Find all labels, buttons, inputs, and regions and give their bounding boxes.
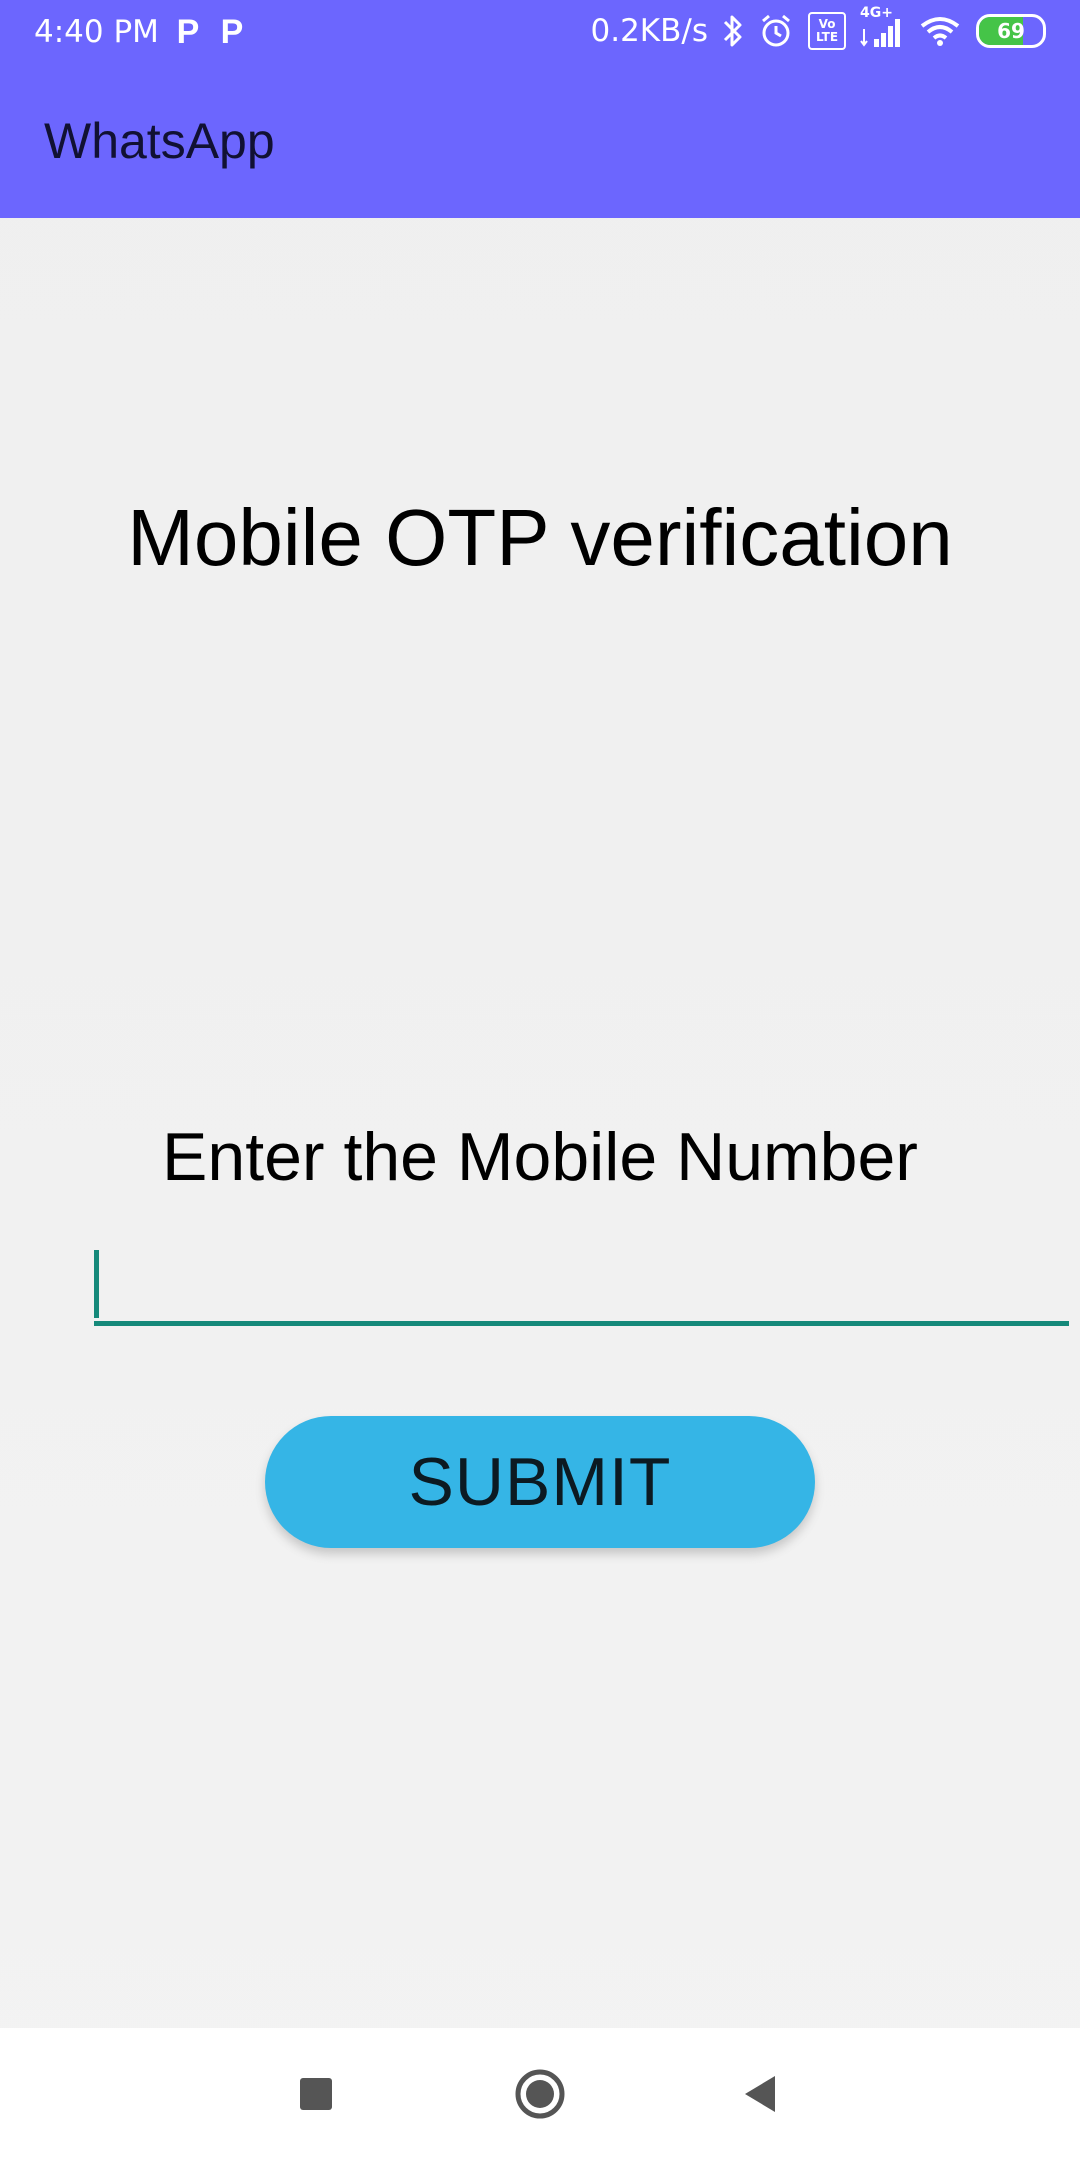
status-time: 4:40 PM [34,14,159,50]
back-button[interactable] [700,2028,820,2160]
recents-button[interactable] [256,2028,376,2160]
signal-icon: 4G+ [860,5,904,49]
parking-notification-icon: P [220,12,244,51]
battery-icon: 69 [976,14,1046,48]
home-circle-icon [515,2069,565,2119]
volte-icon: Vo LTE [808,12,846,50]
alarm-icon [758,13,794,49]
back-triangle-icon [745,2076,775,2112]
app-header: 4:40 PM P P 0.2KB/s Vo LTE 4G+ 69 WhatsA… [0,0,1080,218]
parking-notification-icon: P [176,12,200,51]
home-button[interactable] [480,2028,600,2160]
app-title: WhatsApp [44,113,275,169]
text-cursor [94,1250,99,1318]
navigation-bar [0,2028,1080,2160]
network-speed: 0.2KB/s [590,13,709,49]
status-bar: 4:40 PM P P 0.2KB/s Vo LTE 4G+ 69 [0,0,1080,66]
page-title: Mobile OTP verification [127,493,953,582]
recents-square-icon [300,2078,332,2110]
mobile-number-input[interactable] [94,1248,1069,1326]
wifi-icon [918,14,962,48]
network-type-label: 4G+ [860,5,893,21]
submit-button[interactable]: SUBMIT [265,1416,815,1548]
bluetooth-icon [722,13,744,49]
mobile-number-label: Enter the Mobile Number [162,1119,918,1195]
battery-level: 69 [997,19,1025,43]
